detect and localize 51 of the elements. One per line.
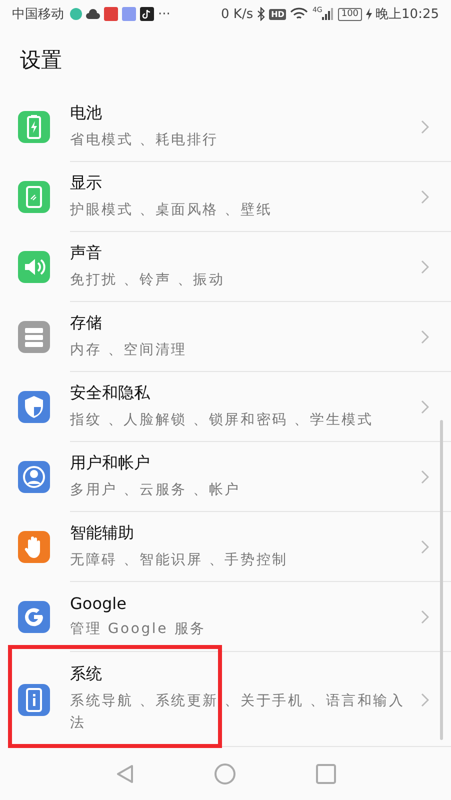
carrier-name: 中国移动 <box>12 6 64 23</box>
settings-item[interactable]: 电池 省电模式 、耗电排行 <box>0 92 451 162</box>
app-icon <box>122 7 136 21</box>
item-title: 显示 <box>70 172 103 194</box>
recents-icon[interactable] <box>316 764 336 784</box>
item-subtitle: 管理 Google 服务 <box>70 620 207 638</box>
item-title: 智能辅助 <box>70 522 135 544</box>
chevron-icon <box>421 692 429 706</box>
item-subtitle: 系统导航 、系统更新 、关于手机 、语言和输入法 <box>70 692 406 733</box>
hd-badge: HD <box>269 8 286 20</box>
item-subtitle: 指纹 、人脸解锁 、锁屏和密码 、学生模式 <box>70 410 374 430</box>
network-speed: 0 K/s <box>221 6 254 22</box>
chevron-icon <box>421 190 429 204</box>
back-icon[interactable] <box>116 764 134 784</box>
item-title: 用户和帐户 <box>70 452 151 474</box>
item-title: 存储 <box>70 312 103 334</box>
settings-item[interactable]: 显示 护眼模式 、桌面风格 、壁纸 <box>0 162 451 232</box>
app-icon <box>104 7 118 21</box>
chevron-icon <box>421 470 429 484</box>
item-title: 安全和隐私 <box>70 382 151 404</box>
chevron-icon <box>421 330 429 344</box>
settings-item[interactable]: 声音 免打扰 、铃声 、振动 <box>0 232 451 302</box>
settings-item[interactable]: 存储 内存 、空间清理 <box>0 302 451 372</box>
item-title: 电池 <box>70 102 103 124</box>
chevron-icon <box>421 260 429 274</box>
chevron-icon <box>421 540 429 554</box>
chevron-icon <box>421 120 429 134</box>
bluetooth-icon <box>257 7 266 21</box>
charging-icon <box>366 8 372 20</box>
more-indicator: ··· <box>158 6 170 22</box>
item-subtitle: 内存 、空间清理 <box>70 340 188 360</box>
signal-icon <box>322 8 334 20</box>
wifi-icon <box>290 7 308 21</box>
page-title: 设置 <box>20 47 62 74</box>
item-subtitle: 护眼模式 、桌面风格 、壁纸 <box>70 200 274 220</box>
chevron-icon <box>421 400 429 414</box>
cloud-icon <box>86 9 100 19</box>
item-subtitle: 多用户 、云服务 、帐户 <box>70 480 242 500</box>
home-icon[interactable] <box>214 762 236 784</box>
settings-item[interactable]: 安全和隐私 指纹 、人脸解锁 、锁屏和密码 、学生模式 <box>0 372 451 442</box>
battery-level: 100 <box>338 8 362 20</box>
item-subtitle: 省电模式 、耗电排行 <box>70 130 220 150</box>
item-title: Google <box>70 594 128 612</box>
app-icon <box>70 8 82 20</box>
chevron-icon <box>421 610 429 624</box>
item-subtitle: 无障碍 、智能识屏 、手势控制 <box>70 550 289 570</box>
clock: 晚上10:25 <box>376 6 439 23</box>
item-subtitle: 免打扰 、铃声 、振动 <box>70 270 226 290</box>
item-title: 声音 <box>70 242 103 264</box>
item-title: 系统 <box>70 664 103 685</box>
app-icon <box>140 7 154 21</box>
